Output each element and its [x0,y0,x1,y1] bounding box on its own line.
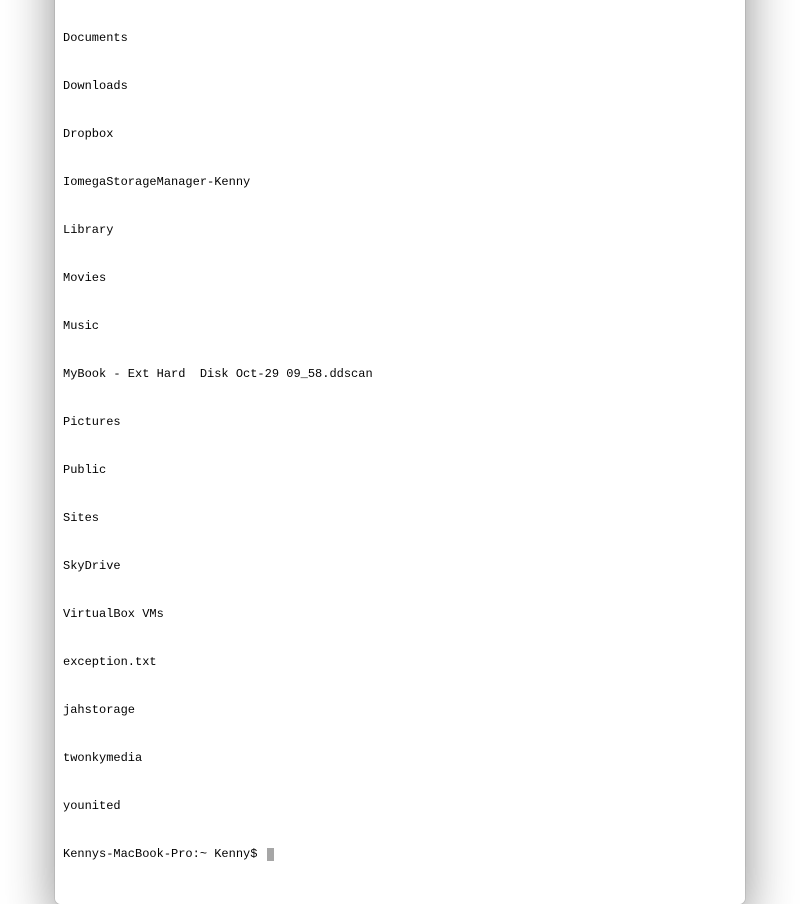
list-item: exception.txt [63,654,737,670]
list-item: IomegaStorageManager-Kenny [63,174,737,190]
list-item: Downloads [63,78,737,94]
current-prompt-line[interactable]: Kennys-MacBook-Pro:~ Kenny$ [63,846,737,862]
list-item: Public [63,462,737,478]
list-item: Music [63,318,737,334]
list-item: Dropbox [63,126,737,142]
list-item: MyBook - Ext Hard Disk Oct-29 09_58.ddsc… [63,366,737,382]
terminal-output[interactable]: Last login: Mon Apr 13 11:46:14 on ttys0… [55,0,745,904]
list-item: VirtualBox VMs [63,606,737,622]
list-item: Pictures [63,414,737,430]
list-item: jahstorage [63,702,737,718]
cursor-icon [267,848,274,861]
list-item: SkyDrive [63,558,737,574]
terminal-window: Kenny — bash — 93×26 Last login: Mon Apr… [55,0,745,904]
list-item: younited [63,798,737,814]
list-item: Movies [63,270,737,286]
list-item: twonkymedia [63,750,737,766]
list-item: Library [63,222,737,238]
list-item: Documents [63,30,737,46]
prompt-text: Kennys-MacBook-Pro:~ Kenny$ [63,847,265,861]
